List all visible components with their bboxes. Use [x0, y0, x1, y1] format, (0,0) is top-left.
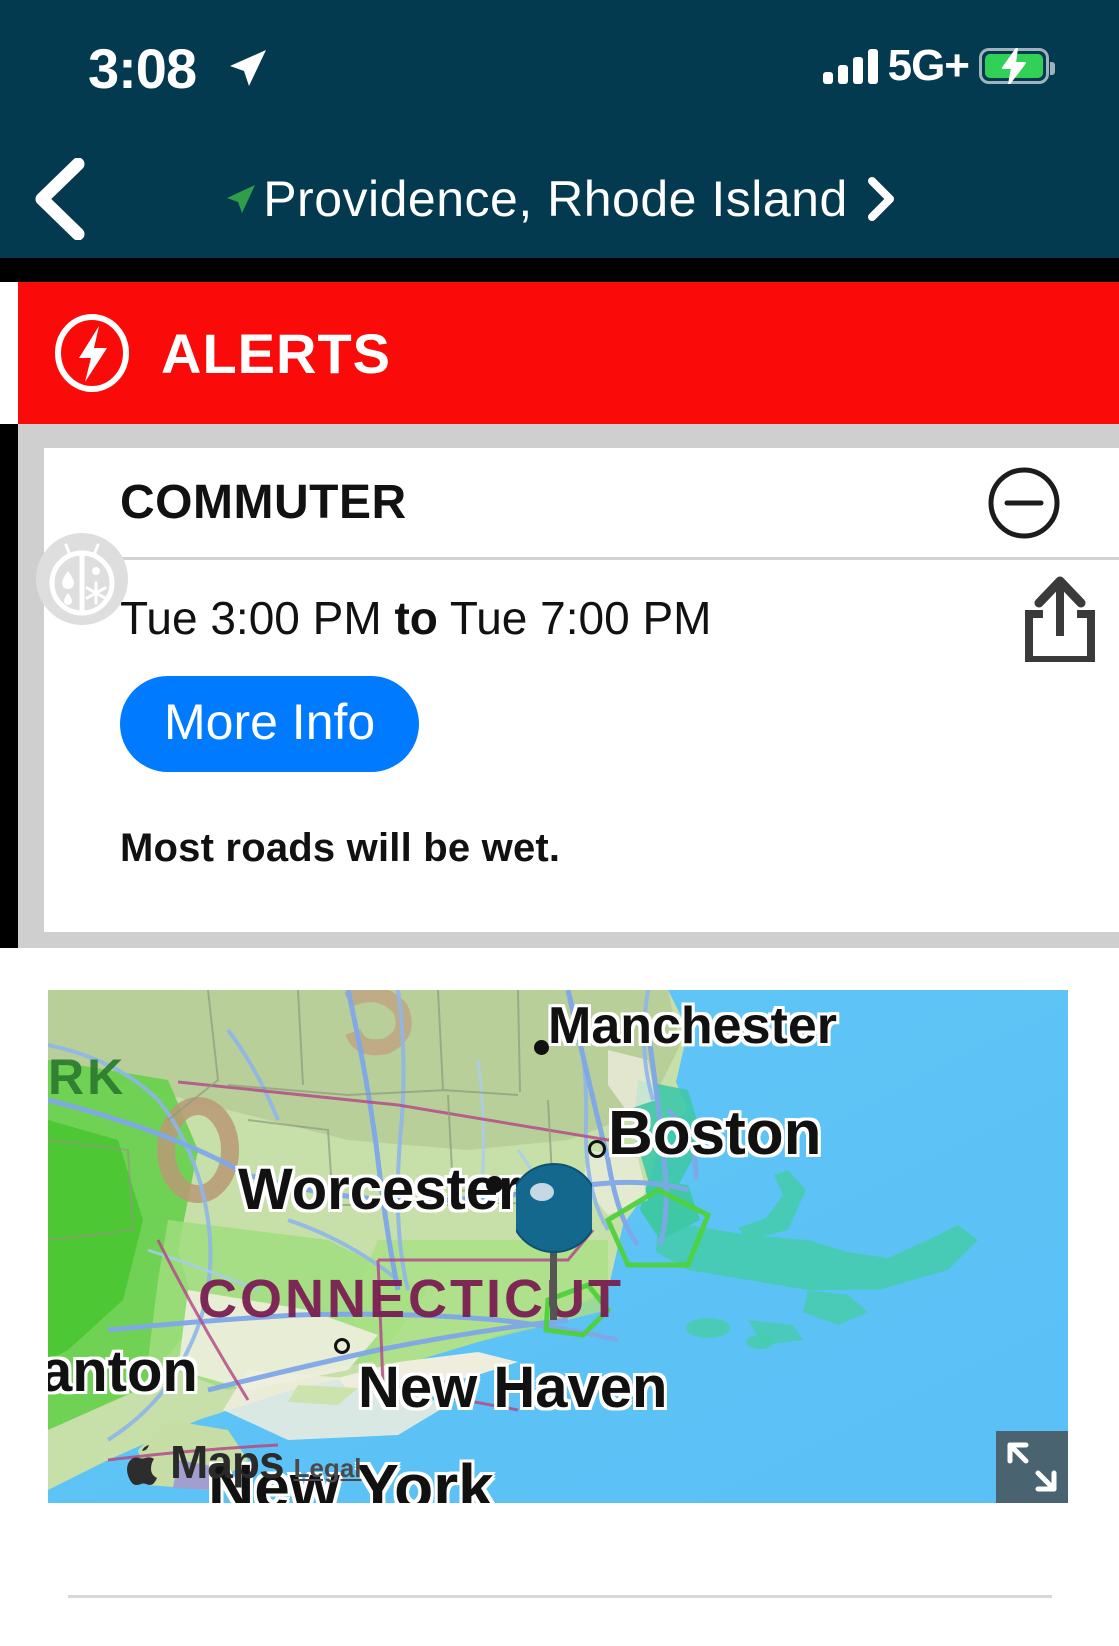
maps-attribution: Maps Legal: [126, 1439, 362, 1485]
location-map[interactable]: Manchester Boston Worcester CONNECTICUT …: [48, 990, 1068, 1503]
maps-provider-label: Maps: [170, 1436, 285, 1488]
top-chrome: 3:08 5G+ Providence, Rhode Island: [0, 0, 1119, 258]
status-bar-time: 3:08: [88, 37, 197, 100]
network-type-label: 5G+: [887, 41, 970, 90]
commuter-alert-card: COMMUTER Tue 3:00 PM to Tue 7:00 PM More…: [44, 448, 1119, 932]
alert-time-row: Tue 3:00 PM to Tue 7:00 PM: [120, 560, 1119, 676]
alert-description: Most roads will be wet.: [120, 826, 561, 870]
rain-snow-mix-icon: [36, 533, 128, 625]
alert-time-start: Tue 3:00 PM: [120, 592, 382, 644]
app-screen: 3:08 5G+ Providence, Rhode Island ALERTS…: [0, 0, 1119, 1646]
apple-logo-icon: [127, 1445, 157, 1485]
share-up-icon[interactable]: [1021, 574, 1099, 662]
location-arrow-icon: [227, 185, 256, 213]
maps-legal-link[interactable]: Legal: [294, 1451, 362, 1485]
cellular-signal-icon: [822, 48, 878, 84]
alerts-label: ALERTS: [161, 321, 391, 385]
location-title: Providence, Rhode Island: [263, 171, 848, 227]
commuter-card-header: COMMUTER: [44, 448, 1119, 560]
status-bar: 3:08 5G+: [0, 0, 1119, 140]
location-title-button[interactable]: Providence, Rhode Island: [0, 140, 1119, 258]
expand-diagonal-icon: [1007, 1442, 1057, 1492]
chrome-divider: [0, 258, 1119, 282]
minus-circle-icon[interactable]: [987, 466, 1061, 540]
map-canvas: [48, 990, 1068, 1503]
location-arrow-icon: [230, 50, 266, 86]
battery-charging-icon: [979, 48, 1055, 84]
bottom-divider: [68, 1595, 1052, 1598]
commuter-card-title: COMMUTER: [120, 476, 407, 529]
alert-time-range: Tue 3:00 PM to Tue 7:00 PM: [120, 593, 711, 643]
left-rail: [0, 424, 18, 948]
chevron-right-icon[interactable]: [866, 177, 896, 221]
alerts-banner[interactable]: ALERTS: [18, 282, 1119, 424]
alert-time-end: Tue 7:00 PM: [449, 592, 712, 644]
more-info-button[interactable]: More Info: [120, 676, 420, 772]
navigation-bar: Providence, Rhode Island: [0, 140, 1119, 258]
alert-time-separator: to: [394, 592, 438, 644]
commuter-card-body: Tue 3:00 PM to Tue 7:00 PM More Info Mos…: [44, 560, 1119, 871]
charging-bolt-icon: [1002, 48, 1026, 84]
status-bar-indicators: 5G+: [822, 41, 1055, 90]
lightning-bolt-circle-icon: [55, 314, 129, 392]
map-expand-button[interactable]: [996, 1431, 1068, 1503]
